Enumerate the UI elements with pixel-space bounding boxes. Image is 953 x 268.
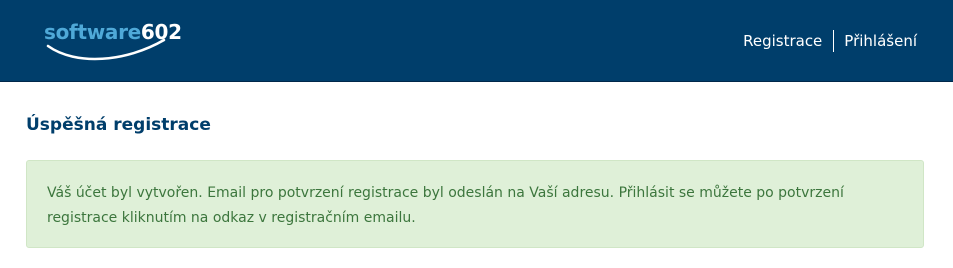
nav-divider <box>833 30 835 52</box>
page-title: Úspěšná registrace <box>26 115 211 135</box>
software602-logo[interactable]: software602 <box>44 18 194 62</box>
top-navbar: software602 Registrace Přihlášení <box>0 0 953 82</box>
nav-register-link[interactable]: Registrace <box>743 30 822 52</box>
success-alert-text: Váš účet byl vytvořen. Email pro potvrze… <box>47 185 844 226</box>
header-nav: Registrace Přihlášení <box>743 30 917 52</box>
nav-login-link[interactable]: Přihlášení <box>844 30 917 52</box>
success-alert: Váš účet byl vytvořen. Email pro potvrze… <box>26 160 924 248</box>
logo-swoosh-icon <box>46 38 166 61</box>
